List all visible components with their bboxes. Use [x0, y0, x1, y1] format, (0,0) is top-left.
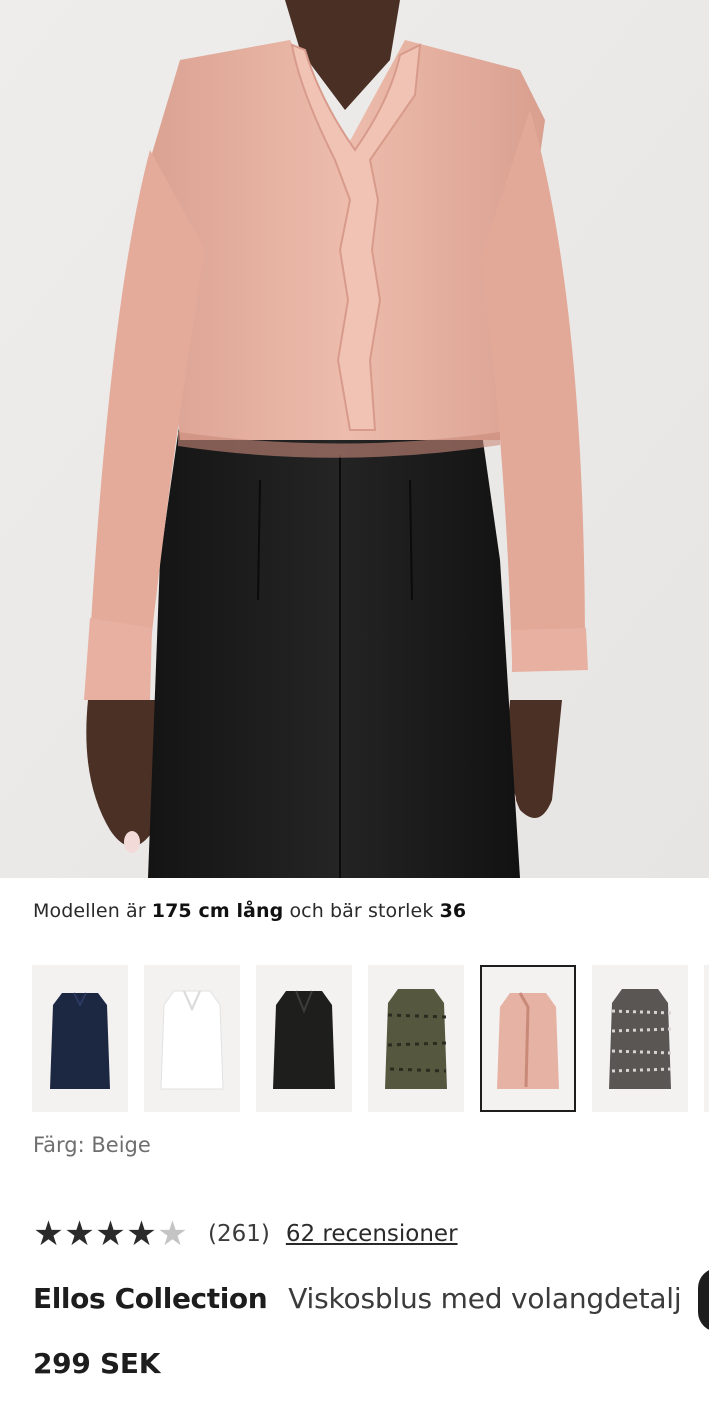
- swatch-black-white-print[interactable]: [592, 965, 688, 1112]
- swatch-beige[interactable]: [480, 965, 576, 1112]
- color-swatch-list: [0, 965, 709, 1113]
- star-icon-filled: ★: [95, 1214, 126, 1254]
- product-name: Viskosblus med volangdetalj: [288, 1282, 682, 1315]
- model-height: 175 cm lång: [151, 900, 284, 922]
- favorite-button[interactable]: [698, 1268, 709, 1332]
- model-info-middle: och bär storlek: [289, 900, 434, 922]
- star-icon-filled: ★: [64, 1214, 95, 1254]
- selected-color-label: Färg: Beige: [33, 1133, 151, 1157]
- swatch-green-print[interactable]: [368, 965, 464, 1112]
- model-illustration: [0, 0, 709, 878]
- star-icon-filled: ★: [126, 1214, 157, 1254]
- model-size-info: Modellen är 175 cm lång och bär storlek …: [33, 900, 466, 922]
- rating-row: ★ ★ ★ ★ ★ (261) 62 recensioner: [33, 1214, 458, 1254]
- brand-name[interactable]: Ellos Collection: [33, 1282, 268, 1315]
- rating-count: (261): [208, 1221, 270, 1247]
- product-image[interactable]: [0, 0, 709, 878]
- model-size: 36: [439, 900, 467, 922]
- star-icon-filled: ★: [33, 1214, 64, 1254]
- star-rating: ★ ★ ★ ★ ★: [33, 1214, 188, 1254]
- star-icon-empty: ★: [157, 1214, 188, 1254]
- product-title: Ellos Collection Viskosblus med volangde…: [33, 1282, 682, 1315]
- model-info-prefix: Modellen är: [33, 900, 146, 922]
- swatch-black[interactable]: [256, 965, 352, 1112]
- swatch-next-partial[interactable]: [704, 965, 709, 1112]
- swatch-white[interactable]: [144, 965, 240, 1112]
- swatch-navy[interactable]: [32, 965, 128, 1112]
- price: 299 SEK: [33, 1347, 161, 1380]
- reviews-link[interactable]: 62 recensioner: [286, 1221, 458, 1247]
